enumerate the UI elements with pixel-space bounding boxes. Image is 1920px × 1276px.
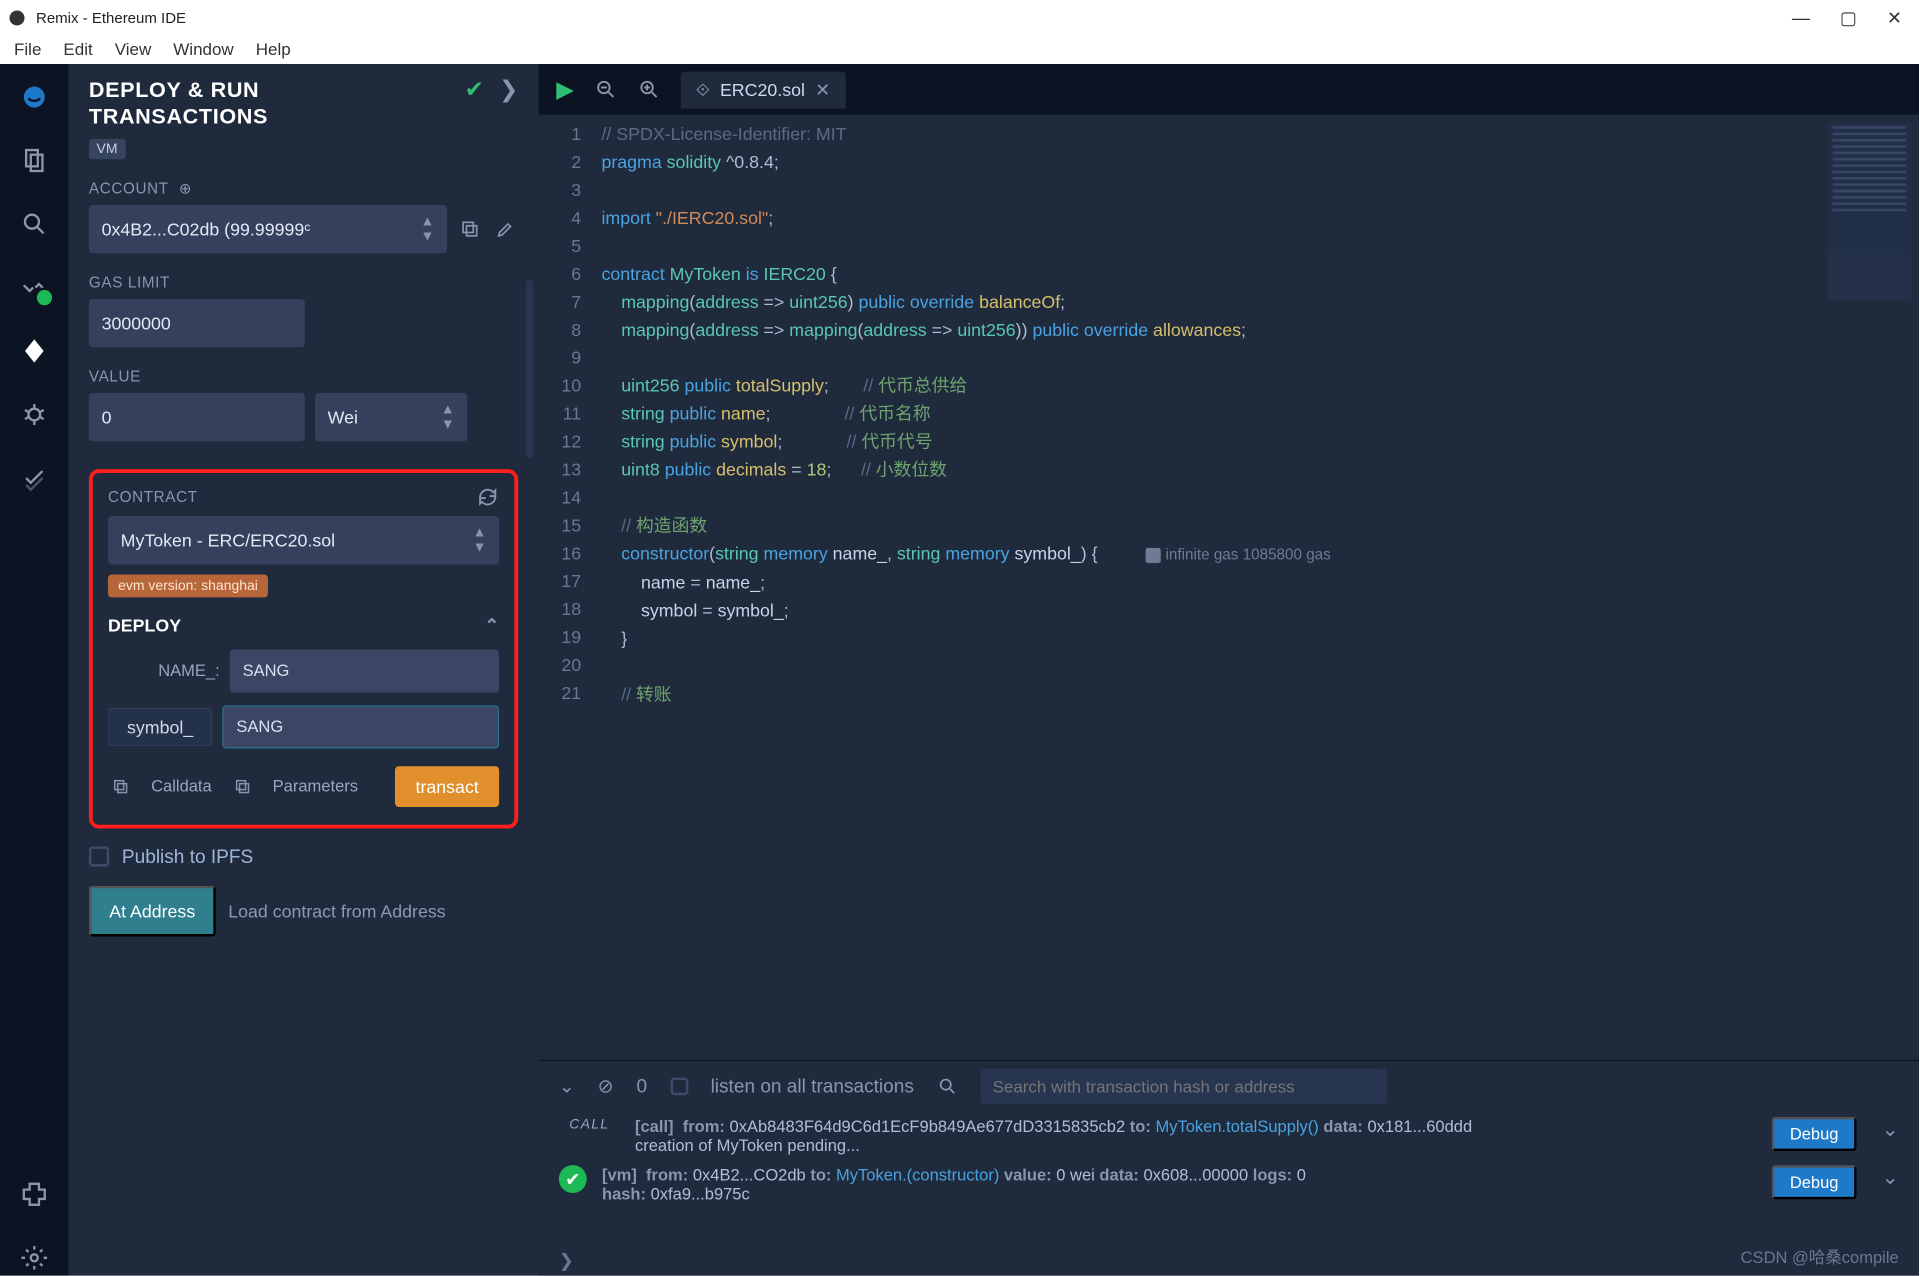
collapse-icon[interactable]: ⌃	[484, 615, 499, 637]
listen-checkbox[interactable]	[670, 1077, 688, 1095]
compiler-icon[interactable]	[17, 270, 53, 306]
calldata-label[interactable]: Calldata	[151, 776, 212, 795]
editor-tab[interactable]: ⟐ ERC20.sol ✕	[681, 71, 846, 108]
line-gutter: 123456789101112131415161718192021	[538, 115, 593, 1060]
publish-ipfs-label: Publish to IPFS	[122, 846, 253, 868]
contract-label: CONTRACT	[108, 488, 198, 506]
contract-selected: MyToken - ERC/ERC20.sol	[121, 529, 335, 549]
chevron-updown-icon: ▲▼	[421, 213, 435, 243]
icon-rail	[0, 64, 69, 1276]
copy-calldata-icon[interactable]	[108, 773, 133, 798]
add-account-icon[interactable]: ⊕	[179, 179, 192, 197]
deploy-run-icon[interactable]	[17, 333, 53, 369]
main-area: ▶ ⟐ ERC20.sol ✕ 123456789101112131415161…	[538, 64, 1919, 1276]
chevron-updown-icon: ▲▼	[441, 401, 455, 431]
menu-help[interactable]: Help	[256, 40, 291, 60]
account-value: 0x4B2...C02db (99.99999ᶜ	[102, 218, 311, 238]
success-icon: ✔	[559, 1165, 587, 1193]
contract-select[interactable]: MyToken - ERC/ERC20.sol ▲▼	[108, 515, 499, 563]
run-icon[interactable]: ▶	[556, 76, 574, 103]
window-minimize-icon[interactable]: —	[1792, 8, 1810, 29]
tab-close-icon[interactable]: ✕	[815, 79, 830, 101]
contract-section-highlight: CONTRACT MyToken - ERC/ERC20.sol ▲▼ evm …	[89, 468, 518, 827]
publish-ipfs-checkbox[interactable]	[89, 846, 109, 866]
solidity-file-icon: ⟐	[696, 79, 710, 101]
gas-limit-input[interactable]	[89, 298, 305, 346]
value-label: VALUE	[89, 367, 518, 385]
param-name-input[interactable]	[230, 649, 499, 692]
deploy-header: DEPLOY	[108, 615, 181, 635]
window-close-icon[interactable]: ✕	[1887, 8, 1902, 29]
menu-file[interactable]: File	[14, 40, 41, 60]
zoom-out-icon[interactable]	[594, 78, 617, 101]
code-editor[interactable]: 123456789101112131415161718192021 // SPD…	[538, 115, 1919, 1060]
clear-terminal-icon[interactable]: ⊘	[598, 1075, 614, 1098]
load-address-placeholder[interactable]: Load contract from Address	[228, 900, 445, 920]
at-address-button[interactable]: At Address	[89, 885, 216, 936]
terminal-search-input[interactable]	[980, 1069, 1386, 1105]
pending-count: 0	[636, 1076, 647, 1098]
log-row[interactable]: ✔ [vm] from: 0x4B2...CO2db to: MyToken.(…	[559, 1160, 1899, 1208]
account-select[interactable]: 0x4B2...C02db (99.99999ᶜ ▲▼	[89, 204, 447, 252]
menu-edit[interactable]: Edit	[63, 40, 92, 60]
chevron-right-icon[interactable]: ❯	[499, 77, 518, 104]
watermark: CSDN @哈桑compile	[1741, 1244, 1899, 1268]
evm-version-badge: evm version: shanghai	[108, 574, 268, 597]
terminal-prompt-icon[interactable]: ❯	[559, 1250, 574, 1272]
analysis-icon[interactable]	[17, 460, 53, 496]
menu-window[interactable]: Window	[173, 40, 233, 60]
debug-button[interactable]: Debug	[1772, 1165, 1856, 1199]
app-logo-icon	[8, 9, 26, 27]
window-title: Remix - Ethereum IDE	[36, 10, 186, 27]
remix-logo-icon[interactable]	[17, 79, 53, 115]
call-tag: CALL	[559, 1117, 620, 1132]
terminal-collapse-icon[interactable]: ⌄	[559, 1075, 575, 1098]
debug-button[interactable]: Debug	[1772, 1117, 1856, 1151]
minimap[interactable]	[1828, 122, 1912, 300]
listen-label: listen on all transactions	[711, 1076, 914, 1098]
transact-button[interactable]: transact	[395, 766, 499, 807]
copy-account-icon[interactable]	[457, 216, 482, 241]
deploy-panel: DEPLOY & RUNTRANSACTIONS VM ✔ ❯ ACCOUNT …	[69, 64, 539, 1276]
value-unit: Wei	[328, 406, 358, 426]
menubar: File Edit View Window Help	[0, 36, 1920, 64]
panel-title: DEPLOY & RUNTRANSACTIONS	[89, 77, 268, 131]
parameters-label[interactable]: Parameters	[273, 776, 358, 795]
zoom-in-icon[interactable]	[637, 78, 660, 101]
log-row[interactable]: CALL [call] from: 0xAb8483F64d9C6d1EcF9b…	[559, 1112, 1899, 1160]
menu-view[interactable]: View	[115, 40, 152, 60]
copy-parameters-icon[interactable]	[229, 773, 254, 798]
search-icon[interactable]	[17, 206, 53, 242]
value-input[interactable]	[89, 392, 305, 440]
chevron-updown-icon: ▲▼	[473, 524, 487, 554]
plugin-manager-icon[interactable]	[17, 1177, 53, 1213]
refresh-icon[interactable]	[476, 485, 499, 508]
settings-icon[interactable]	[17, 1240, 53, 1276]
terminal: ⌄ ⊘ 0 listen on all transactions CALL [c…	[538, 1060, 1919, 1276]
chevron-down-icon[interactable]: ⌄	[1882, 1165, 1899, 1190]
account-label: ACCOUNT	[89, 179, 169, 197]
value-unit-select[interactable]: Wei ▲▼	[315, 392, 467, 440]
param-symbol-button[interactable]: symbol_	[108, 707, 212, 745]
code-content: // SPDX-License-Identifier: MIT pragma s…	[594, 115, 1331, 1060]
terminal-search-icon[interactable]	[937, 1076, 957, 1096]
debugger-icon[interactable]	[17, 397, 53, 433]
edit-account-icon[interactable]	[493, 216, 518, 241]
param-symbol-input[interactable]	[222, 705, 499, 748]
gas-limit-label: GAS LIMIT	[89, 273, 518, 291]
window-maximize-icon[interactable]: ▢	[1840, 8, 1857, 29]
scrollbar[interactable]	[526, 280, 534, 458]
chevron-down-icon[interactable]: ⌄	[1882, 1117, 1899, 1142]
file-explorer-icon[interactable]	[17, 143, 53, 179]
check-icon: ✔	[465, 77, 484, 104]
vm-tag: VM	[89, 138, 125, 158]
param-name-label: NAME_:	[108, 661, 220, 680]
tab-filename: ERC20.sol	[720, 79, 805, 99]
